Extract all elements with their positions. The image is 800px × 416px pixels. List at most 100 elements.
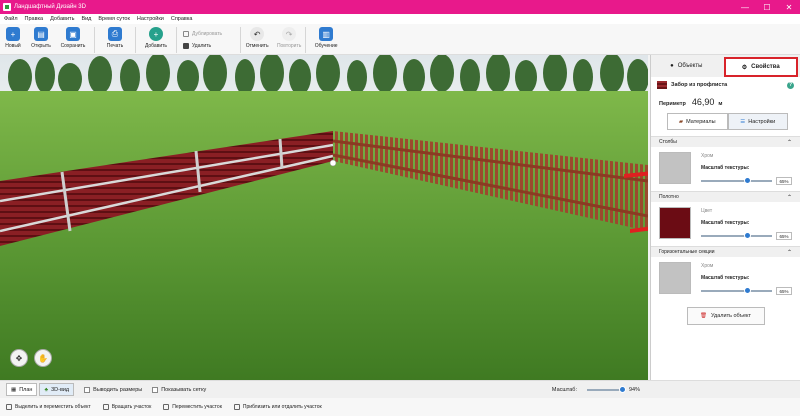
tab-objects-label: Объекты	[677, 63, 703, 69]
gear-icon: ⚙	[741, 64, 748, 71]
slider-knob[interactable]	[743, 232, 751, 239]
3d-viewport[interactable]: ✥ ✋	[0, 55, 648, 380]
section-header-posts[interactable]: Столбы ⌃	[651, 136, 800, 147]
new-button[interactable]: + Новый	[0, 24, 26, 55]
tree-icon: ♣	[44, 386, 49, 393]
open-button[interactable]: ▤ Открыть	[26, 24, 56, 55]
tab-objects[interactable]: ● Объекты	[651, 55, 722, 77]
delete-object-button[interactable]: 🗑 Удалить объект	[686, 307, 765, 325]
objects-icon: ●	[670, 63, 674, 69]
scale-label: Масштаб текстуры:	[701, 275, 750, 281]
show-sizes-checkbox[interactable]: Выводить размеры	[84, 386, 142, 393]
cursor-icon	[6, 404, 12, 410]
zoom-slider[interactable]	[586, 385, 627, 393]
menu-help[interactable]: Справка	[171, 16, 193, 22]
app-icon	[3, 3, 11, 11]
status-select-label: Выделить и переместить объект	[15, 404, 91, 410]
fence-icon	[657, 81, 667, 89]
help-icon[interactable]: ?	[787, 81, 794, 89]
tab-properties-label: Свойства	[751, 64, 780, 70]
duplicate-icon	[183, 30, 189, 37]
scale-value[interactable]: 65%	[776, 177, 792, 185]
status-rotate[interactable]: Вращать участок	[102, 404, 152, 410]
rotate-icon	[102, 404, 109, 410]
chevron-up-icon: ⌃	[786, 139, 792, 146]
plan-view-button[interactable]: ▦ План	[6, 383, 38, 396]
perimeter-unit: м	[718, 101, 723, 107]
perimeter-label: Периметр	[659, 101, 686, 107]
status-move[interactable]: Переместить участок	[163, 404, 222, 410]
open-label: Открыть	[31, 43, 51, 49]
hand-pan-icon[interactable]: ✋	[34, 349, 52, 367]
tab-properties[interactable]: ⚙ Свойства	[723, 57, 798, 77]
floppy-icon: ▣	[66, 27, 80, 41]
scale-slider[interactable]	[701, 177, 772, 184]
save-button[interactable]: ▣ Сохранить	[56, 24, 90, 55]
show-grid-checkbox[interactable]: Показывать сетку	[152, 386, 206, 393]
printer-icon: ⎙	[108, 27, 122, 41]
scale-value[interactable]: 65%	[776, 232, 792, 240]
checkbox-box[interactable]	[84, 386, 91, 393]
move-icon	[163, 404, 170, 410]
status-select[interactable]: Выделить и переместить объект	[6, 404, 91, 410]
undo-button[interactable]: ↶ Отменить	[241, 24, 273, 55]
chevron-up-icon: ⌃	[786, 194, 792, 201]
status-zoom[interactable]: Приблизить или отдалить участок	[233, 404, 322, 410]
section-header-canvas[interactable]: Полотно ⌃	[651, 191, 800, 202]
new-document-icon: +	[6, 27, 20, 41]
close-button[interactable]: ✕	[778, 0, 800, 14]
scale-slider[interactable]	[701, 232, 772, 239]
material-swatch[interactable]	[659, 262, 691, 294]
perimeter: Периметр 46,90 м	[651, 93, 800, 107]
menu-bar: Файл Правка Добавить Вид Время суток Нас…	[0, 14, 800, 24]
tab-materials[interactable]: ▰ Материалы	[667, 113, 728, 130]
new-label: Новый	[5, 43, 21, 49]
object-name: Забор из профлиста	[671, 82, 728, 88]
material-row-posts: Хром Масштаб текстуры: 65%	[651, 147, 800, 191]
status-move-label: Переместить участок	[172, 404, 222, 410]
panel-tabs: ● Объекты ⚙ Свойства	[651, 55, 800, 77]
menu-settings[interactable]: Настройки	[137, 16, 164, 22]
properties-panel: ● Объекты ⚙ Свойства Забор из профлиста …	[650, 55, 800, 380]
material-swatch[interactable]	[659, 207, 691, 239]
maximize-button[interactable]: ☐	[756, 0, 778, 14]
tree-line	[8, 55, 648, 95]
navigation-icon[interactable]: ✥	[10, 349, 28, 367]
redo-button[interactable]: ↷ Повторить	[273, 24, 305, 55]
material-row-canvas: Цвет Масштаб текстуры: 65%	[651, 202, 800, 246]
view-bar: ▦ План ♣ 3D-вид Выводить размеры Показыв…	[0, 380, 800, 398]
learn-button[interactable]: ▥ Обучение	[306, 24, 346, 55]
add-label: Добавить	[144, 43, 168, 49]
section-header-horizontal[interactable]: Горизонтальные секции ⌃	[651, 246, 800, 257]
materials-icon: ▰	[678, 118, 684, 125]
status-rotate-label: Вращать участок	[111, 404, 152, 410]
add-button[interactable]: + Добавить	[136, 24, 176, 55]
slider-knob[interactable]	[743, 177, 751, 184]
scale-value[interactable]: 65%	[776, 287, 792, 295]
3d-view-button[interactable]: ♣ 3D-вид	[39, 383, 75, 396]
scale-slider[interactable]	[701, 287, 772, 294]
toolbar: + Новый ▤ Открыть ▣ Сохранить ⎙ Печать +…	[0, 24, 800, 55]
selected-object: Забор из профлиста ?	[651, 77, 800, 93]
trash-icon	[183, 42, 189, 49]
menu-time-of-day[interactable]: Время суток	[98, 16, 130, 22]
checkbox-box[interactable]	[152, 386, 159, 393]
material-swatch[interactable]	[659, 152, 691, 184]
fence-corner-handle[interactable]	[329, 159, 337, 167]
chevron-up-icon: ⌃	[786, 249, 792, 256]
menu-view[interactable]: Вид	[81, 16, 91, 22]
slider-knob[interactable]	[619, 385, 627, 393]
slider-knob[interactable]	[743, 287, 751, 294]
menu-add[interactable]: Добавить	[50, 16, 74, 22]
minimize-button[interactable]: —	[734, 0, 756, 14]
sliders-icon: ☰	[740, 118, 746, 125]
perimeter-value: 46,90	[691, 97, 715, 107]
print-label: Печать	[106, 43, 124, 49]
zoom-icon	[233, 404, 240, 410]
print-button[interactable]: ⎙ Печать	[95, 24, 135, 55]
menu-edit[interactable]: Правка	[25, 16, 44, 22]
menu-file[interactable]: Файл	[4, 16, 18, 22]
duplicate-button[interactable]: Дублировать	[183, 30, 222, 37]
delete-button[interactable]: Удалить	[183, 42, 222, 49]
tab-settings[interactable]: ☰ Настройки	[727, 113, 788, 130]
